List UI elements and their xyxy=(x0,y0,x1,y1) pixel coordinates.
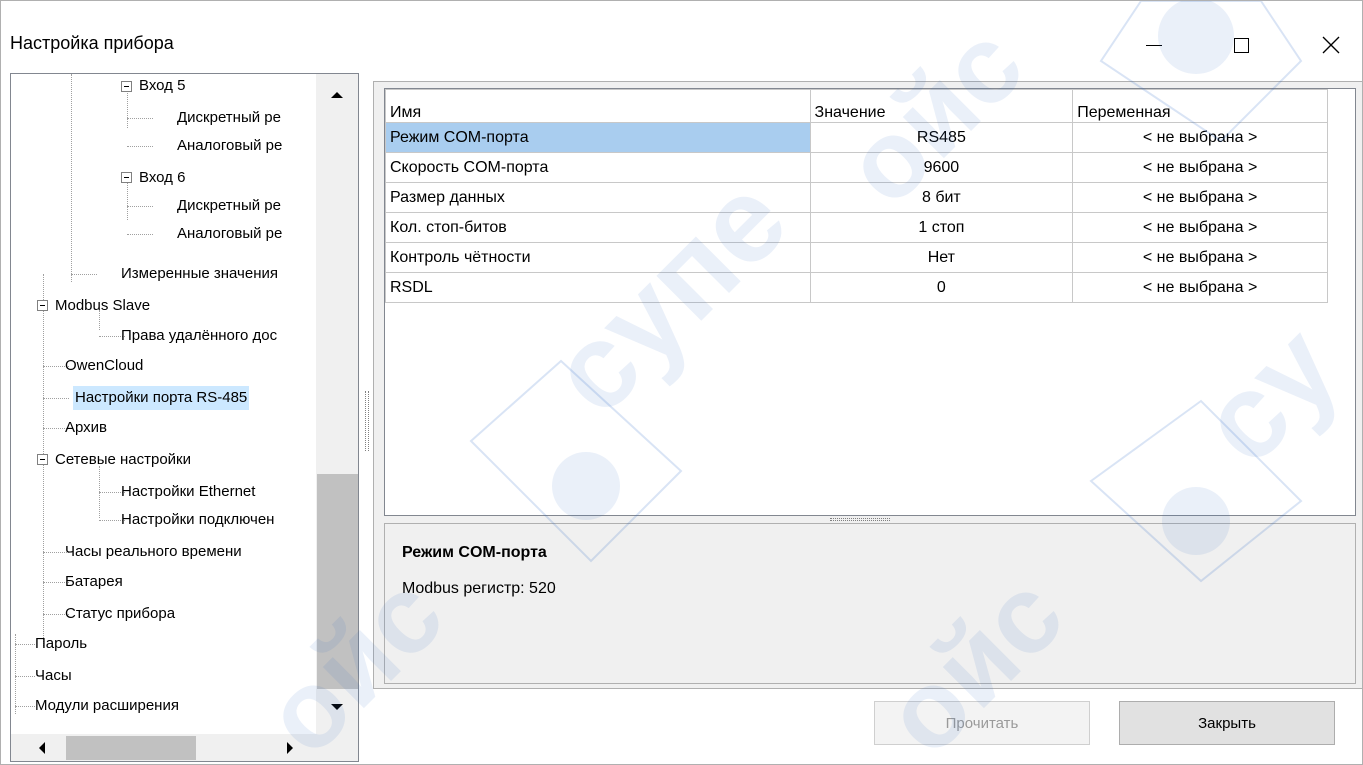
tree-node-rs485-settings[interactable]: Настройки порта RS-485 xyxy=(73,386,250,410)
property-grid: Имя Значение Переменная Режим COM-порта … xyxy=(384,88,1356,516)
tree-horizontal-scrollbar[interactable] xyxy=(11,734,316,761)
tree-node-ethernet-settings[interactable]: Настройки Ethernet xyxy=(119,482,257,502)
tree-line xyxy=(127,86,128,128)
settings-window: Настройка прибора Вход 5 Дискретный ре А… xyxy=(0,0,1363,765)
cell-value[interactable]: 1 стоп xyxy=(809,212,1074,243)
tree-node-clock[interactable]: Часы xyxy=(33,666,74,686)
tree-vertical-scrollbar[interactable] xyxy=(316,74,358,734)
settings-panel: Имя Значение Переменная Режим COM-порта … xyxy=(373,81,1362,689)
table-row[interactable]: RSDL 0 < не выбрана > xyxy=(385,272,1328,303)
read-button[interactable]: Прочитать xyxy=(874,701,1090,745)
tree-line xyxy=(127,118,153,119)
tree-node-input-6[interactable]: Вход 6 xyxy=(137,168,187,188)
collapse-icon[interactable] xyxy=(37,300,48,311)
cell-value[interactable]: 9600 xyxy=(809,152,1074,183)
tree-node-input-5[interactable]: Вход 5 xyxy=(137,76,187,96)
cell-name[interactable]: Размер данных xyxy=(385,182,811,213)
cell-value[interactable]: Нет xyxy=(809,242,1074,273)
scroll-down-icon[interactable] xyxy=(331,704,343,710)
scrollbar-corner xyxy=(316,734,358,761)
close-window-button[interactable] xyxy=(1308,25,1354,65)
tree-node-connection-settings[interactable]: Настройки подключен xyxy=(119,510,276,530)
tree-line xyxy=(15,644,35,645)
cell-name[interactable]: Кол. стоп-битов xyxy=(385,212,811,243)
tree-node-remote-access-rights[interactable]: Права удалённого дос xyxy=(119,326,279,346)
cell-variable[interactable]: < не выбрана > xyxy=(1072,212,1328,243)
scrollbar-thumb[interactable] xyxy=(66,736,196,760)
tree-line xyxy=(15,706,35,707)
close-button[interactable]: Закрыть xyxy=(1119,701,1335,745)
cell-name[interactable]: Контроль чётности xyxy=(385,242,811,273)
minimize-icon xyxy=(1146,44,1162,46)
tree-node-network-settings[interactable]: Сетевые настройки xyxy=(53,450,193,470)
tree-line xyxy=(71,74,72,282)
description-panel: Режим COM-порта Modbus регистр: 520 xyxy=(384,523,1356,684)
cell-name[interactable]: RSDL xyxy=(385,272,811,303)
tree-line xyxy=(15,676,35,677)
scrollbar-thumb[interactable] xyxy=(317,474,358,689)
tree-line xyxy=(127,146,153,147)
column-header-name[interactable]: Имя xyxy=(385,89,811,123)
tree-node-battery[interactable]: Батарея xyxy=(63,572,125,592)
description-title: Режим COM-порта xyxy=(402,544,547,561)
tree-node-measured-values[interactable]: Измеренные значения xyxy=(119,264,280,284)
cell-value[interactable]: RS485 xyxy=(809,122,1074,153)
column-header-value[interactable]: Значение xyxy=(809,89,1074,123)
collapse-icon[interactable] xyxy=(121,172,132,183)
tree-line xyxy=(15,634,16,714)
cell-value[interactable]: 8 бит xyxy=(809,182,1074,213)
table-row[interactable]: Кол. стоп-битов 1 стоп < не выбрана > xyxy=(385,212,1328,243)
table-row[interactable]: Режим COM-порта RS485 < не выбрана > xyxy=(385,122,1328,153)
cell-name[interactable]: Режим COM-порта xyxy=(385,122,811,153)
tree-line xyxy=(43,398,69,399)
tree-node-modbus-slave[interactable]: Modbus Slave xyxy=(53,296,152,316)
cell-variable[interactable]: < не выбрана > xyxy=(1072,152,1328,183)
collapse-icon[interactable] xyxy=(121,81,132,92)
scroll-left-icon[interactable] xyxy=(39,742,45,754)
device-tree: Вход 5 Дискретный ре Аналоговый ре Вход … xyxy=(10,73,359,762)
tree-content: Вход 5 Дискретный ре Аналоговый ре Вход … xyxy=(11,74,316,734)
window-title: Настройка прибора xyxy=(10,33,174,53)
table-row[interactable]: Размер данных 8 бит < не выбрана > xyxy=(385,182,1328,213)
scroll-right-icon[interactable] xyxy=(287,742,293,754)
minimize-button[interactable] xyxy=(1131,25,1177,65)
cell-variable[interactable]: < не выбрана > xyxy=(1072,272,1328,303)
scroll-up-icon[interactable] xyxy=(331,92,343,98)
tree-node-archive[interactable]: Архив xyxy=(63,418,109,438)
tree-line xyxy=(127,178,128,220)
tree-node-expansion-modules[interactable]: Модули расширения xyxy=(33,696,181,716)
cell-name[interactable]: Скорость COM-порта xyxy=(385,152,811,183)
tree-node-password[interactable]: Пароль xyxy=(33,634,89,654)
tree-node-device-status[interactable]: Статус прибора xyxy=(63,604,177,624)
tree-node-analog-6[interactable]: Аналоговый ре xyxy=(175,224,284,244)
maximize-button[interactable] xyxy=(1218,25,1264,65)
maximize-icon xyxy=(1233,37,1249,53)
tree-node-discrete-6[interactable]: Дискретный ре xyxy=(175,196,283,216)
title-bar: Настройка прибора xyxy=(1,1,1362,73)
cell-variable[interactable]: < не выбрана > xyxy=(1072,242,1328,273)
tree-line xyxy=(127,206,153,207)
cell-value[interactable]: 0 xyxy=(809,272,1074,303)
collapse-icon[interactable] xyxy=(37,454,48,465)
tree-node-rtc[interactable]: Часы реального времени xyxy=(63,542,244,562)
property-table: Имя Значение Переменная Режим COM-порта … xyxy=(385,89,1328,303)
cell-variable[interactable]: < не выбрана > xyxy=(1072,182,1328,213)
tree-line xyxy=(71,274,97,275)
close-icon xyxy=(1322,36,1340,54)
horizontal-splitter[interactable] xyxy=(830,518,890,521)
tree-node-discrete-5[interactable]: Дискретный ре xyxy=(175,108,283,128)
vertical-splitter[interactable] xyxy=(365,391,369,451)
tree-node-owencloud[interactable]: OwenCloud xyxy=(63,356,145,376)
tree-node-analog-5[interactable]: Аналоговый ре xyxy=(175,136,284,156)
table-row[interactable]: Контроль чётности Нет < не выбрана > xyxy=(385,242,1328,273)
column-header-variable[interactable]: Переменная xyxy=(1072,89,1328,123)
tree-line xyxy=(127,234,153,235)
description-text: Modbus регистр: 520 xyxy=(402,580,556,597)
cell-variable[interactable]: < не выбрана > xyxy=(1072,122,1328,153)
table-row[interactable]: Скорость COM-порта 9600 < не выбрана > xyxy=(385,152,1328,183)
